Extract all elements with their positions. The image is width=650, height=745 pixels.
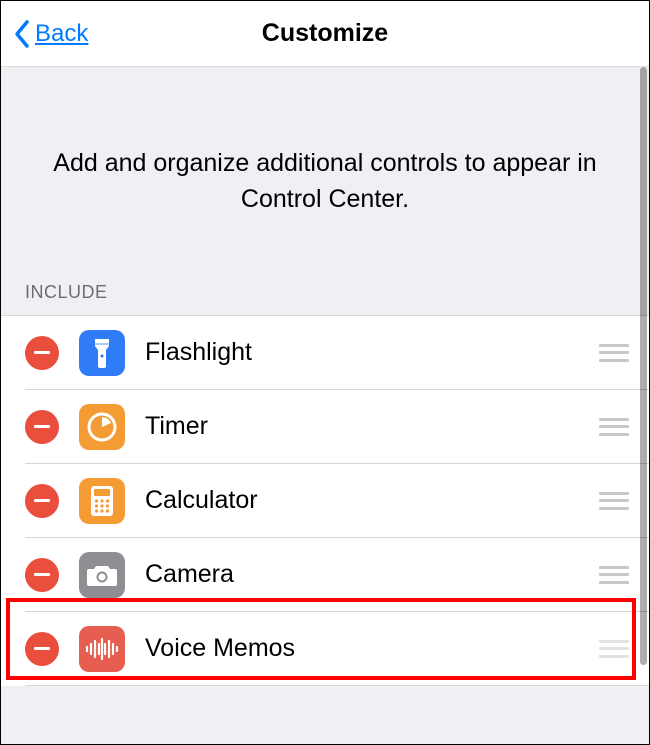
content-area: Add and organize additional controls to … <box>1 67 649 744</box>
navigation-bar: Back Customize <box>1 1 649 67</box>
drag-handle-icon[interactable] <box>599 566 629 584</box>
description-text: Add and organize additional controls to … <box>1 67 649 274</box>
remove-button[interactable] <box>25 558 59 592</box>
page-title: Customize <box>1 19 649 48</box>
item-label: Timer <box>145 412 599 441</box>
flashlight-icon <box>79 330 125 376</box>
item-label: Calculator <box>145 486 599 515</box>
remove-button[interactable] <box>25 632 59 666</box>
item-label: Flashlight <box>145 338 599 367</box>
drag-handle-icon[interactable] <box>599 640 629 658</box>
timer-icon <box>79 404 125 450</box>
list-item: Camera <box>1 538 649 612</box>
list-item: Calculator <box>1 464 649 538</box>
camera-icon <box>79 552 125 598</box>
include-list: Flashlight Timer <box>1 315 649 686</box>
chevron-left-icon <box>13 19 31 49</box>
remove-button[interactable] <box>25 336 59 370</box>
calculator-icon <box>79 478 125 524</box>
back-label: Back <box>35 20 88 48</box>
back-button[interactable]: Back <box>13 19 88 49</box>
list-item: Voice Memos <box>1 612 649 686</box>
list-item: Timer <box>1 390 649 464</box>
drag-handle-icon[interactable] <box>599 344 629 362</box>
drag-handle-icon[interactable] <box>599 492 629 510</box>
remove-button[interactable] <box>25 410 59 444</box>
remove-button[interactable] <box>25 484 59 518</box>
item-label: Voice Memos <box>145 634 599 663</box>
list-item: Flashlight <box>1 316 649 390</box>
item-label: Camera <box>145 560 599 589</box>
voice-memos-icon <box>79 626 125 672</box>
drag-handle-icon[interactable] <box>599 418 629 436</box>
section-header-include: INCLUDE <box>1 274 649 315</box>
scrollbar-indicator[interactable] <box>640 67 647 665</box>
